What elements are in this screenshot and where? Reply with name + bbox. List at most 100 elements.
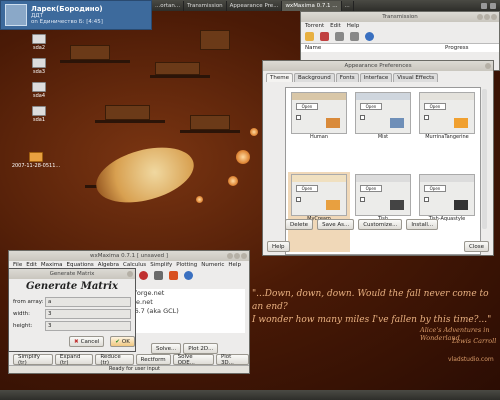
tab-bar: Theme Background Fonts Interface Visual … (263, 71, 493, 82)
menu-simplify[interactable]: Simplify (150, 262, 172, 268)
minimize-button[interactable] (477, 14, 483, 20)
tray-icon[interactable] (490, 2, 496, 9)
check-icon: ✔ (115, 338, 120, 345)
close-button[interactable] (485, 63, 491, 69)
desktop-icon-sda3[interactable]: sda3 (24, 58, 54, 75)
window-titlebar[interactable]: Transmission (301, 12, 499, 22)
theme-preview: Open (419, 174, 475, 216)
window-titlebar[interactable]: Generate Matrix (9, 269, 135, 279)
notification-title: Ларек(Бородино) (31, 5, 103, 13)
task-label: ...ortan... (155, 2, 181, 9)
maximize-button[interactable] (484, 14, 490, 20)
delete-button[interactable]: Delete (285, 219, 314, 230)
plot-3d-button[interactable]: Plot 3D... (215, 354, 249, 366)
window-titlebar[interactable]: wxMaxima 0.7.1 [ unsaved ] (9, 251, 249, 261)
theme-preview: Open (291, 174, 347, 216)
desktop-icon-label: sda2 (32, 45, 46, 51)
wallpaper-creature (90, 137, 200, 213)
drive-icon (32, 106, 46, 116)
wallpaper-quote: "...Down, down, down. Would the fall nev… (252, 288, 492, 327)
wallpaper-shelf (60, 60, 130, 63)
reduce-button[interactable]: Reduce (tr) (95, 353, 134, 366)
close-dialog-button[interactable]: Close (464, 241, 489, 252)
menu-numeric[interactable]: Numeric (201, 262, 224, 268)
start-icon[interactable] (335, 32, 344, 41)
window-titlebar[interactable]: Appearance Preferences (263, 61, 493, 71)
from-array-input[interactable]: a (45, 297, 131, 307)
theme-list-scrollbar[interactable] (482, 89, 487, 229)
torrent-list-header: Name Progress (301, 43, 499, 52)
remove-icon[interactable] (320, 32, 329, 41)
desktop-icon-sda2[interactable]: sda2 (24, 34, 54, 51)
toolbar (301, 30, 499, 43)
column-progress[interactable]: Progress (445, 45, 468, 51)
tray-icon[interactable] (481, 2, 487, 9)
button-label: Rectform (140, 356, 166, 363)
menu-help[interactable]: Help (228, 262, 241, 268)
taskbar-item-transmission[interactable]: Transmission (184, 0, 227, 11)
desktop-icon-sda1[interactable]: sda1 (24, 106, 54, 123)
button-label: Plot 2D... (188, 345, 214, 352)
simplify-button[interactable]: Simplify (tr) (13, 354, 53, 366)
music-notification[interactable]: Ларек(Бородино) ДДТ on Единичество Б: [4… (0, 0, 152, 30)
wallpaper-books (200, 30, 230, 50)
close-button[interactable] (491, 14, 497, 20)
theme-item-murrinatangerine[interactable]: Open MurrinaTangerine (416, 90, 478, 170)
help-icon[interactable] (184, 271, 193, 280)
close-button[interactable] (241, 253, 247, 259)
field-label: width: (13, 311, 31, 317)
stop-icon[interactable] (139, 271, 148, 280)
solve-ode-button[interactable]: Solve ODE... (172, 354, 214, 366)
help-button[interactable]: Help (267, 241, 290, 252)
theme-item-human[interactable]: Open Human (288, 90, 350, 170)
theme-item-tish-aquastyle[interactable]: Open Tish-Aquastyle (416, 172, 478, 252)
cancel-button[interactable]: ✖ Cancel (69, 336, 105, 347)
pause-icon[interactable] (350, 32, 359, 41)
ubuntu-icon[interactable] (169, 271, 178, 280)
tab-background[interactable]: Background (293, 73, 335, 82)
button-label: Reduce (tr) (100, 353, 121, 366)
menu-plotting[interactable]: Plotting (176, 262, 197, 268)
tab-fonts[interactable]: Fonts (335, 73, 359, 82)
expand-button[interactable]: Expand (tr) (54, 354, 94, 366)
theme-actions: Delete Save As... Customize... Install..… (285, 219, 439, 230)
taskbar-item[interactable]: ... (342, 0, 354, 11)
taskbar-item[interactable]: ...ortan... (152, 0, 185, 11)
wallpaper-books (105, 105, 150, 120)
theme-item-tish[interactable]: Open Tish (352, 172, 414, 252)
install-button[interactable]: Install... (406, 219, 439, 230)
drive-icon (32, 58, 46, 68)
width-input[interactable]: 3 (45, 309, 131, 319)
maximize-button[interactable] (234, 253, 240, 259)
clear-icon[interactable] (154, 271, 163, 280)
customize-button[interactable]: Customize... (358, 219, 403, 230)
open-icon[interactable] (305, 32, 314, 41)
tab-theme[interactable]: Theme (266, 73, 293, 82)
theme-item-mist[interactable]: Open Mist (352, 90, 414, 170)
desktop-icon-folder[interactable]: 2007-11-28-0511... (10, 152, 62, 169)
plot-2d-button[interactable]: Plot 2D... (183, 343, 219, 354)
info-icon[interactable] (365, 32, 374, 41)
rectform-button[interactable]: Rectform (135, 354, 171, 365)
menu-edit[interactable]: Edit (330, 23, 341, 29)
button-panel-row: Simplify (tr) Expand (tr) Reduce (tr) Re… (13, 353, 249, 366)
ok-button[interactable]: ✔ OK (110, 336, 135, 347)
button-panel-row: Solve... Plot 2D... (151, 343, 219, 354)
monitor-icon (390, 200, 404, 210)
taskbar-item-wxmaxima[interactable]: wxMaxima 0.7.1 ... (282, 0, 342, 11)
tab-interface[interactable]: Interface (359, 73, 393, 82)
tab-visual-effects[interactable]: Visual Effects (393, 73, 439, 82)
minimize-button[interactable] (227, 253, 233, 259)
theme-item-mycream[interactable]: Open MyCream (288, 172, 350, 252)
wallpaper-site: vladstudio.com (448, 356, 494, 363)
quote-author: Lewis Carroll (452, 337, 497, 345)
height-input[interactable]: 3 (45, 321, 131, 331)
taskbar-item-appearance[interactable]: Appearance Pre... (227, 0, 283, 11)
menu-help[interactable]: Help (347, 23, 360, 29)
solve-button[interactable]: Solve... (151, 343, 182, 354)
close-button[interactable] (127, 271, 133, 277)
desktop-icon-sda4[interactable]: sda4 (24, 82, 54, 99)
menu-torrent[interactable]: Torrent (305, 23, 324, 29)
column-name[interactable]: Name (305, 45, 445, 51)
save-as-button[interactable]: Save As... (317, 219, 355, 230)
